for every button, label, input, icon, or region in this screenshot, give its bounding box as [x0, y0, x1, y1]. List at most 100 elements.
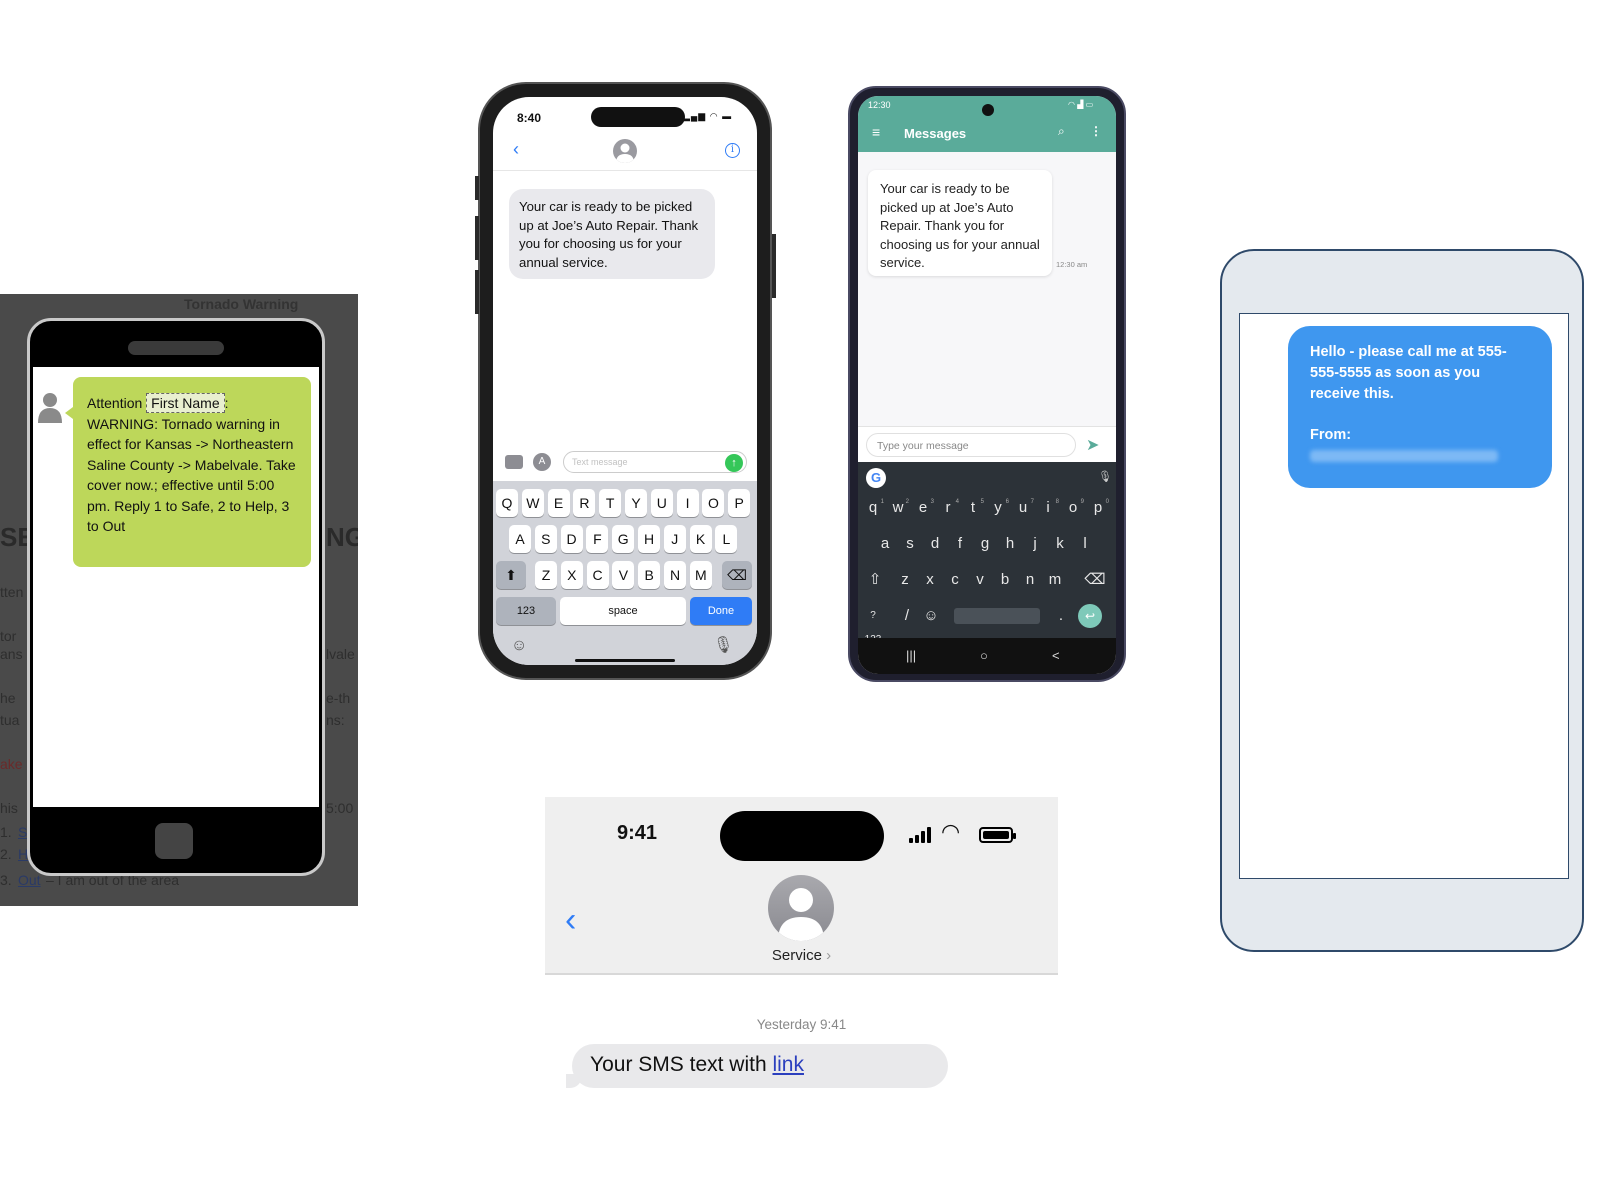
key-a[interactable]: a	[874, 532, 896, 556]
background-list-number: 1.	[0, 824, 12, 840]
emoji-icon[interactable]: ☺	[511, 637, 527, 655]
key-j[interactable]: j	[1024, 532, 1046, 556]
shift-key[interactable]: ⇧	[864, 568, 886, 592]
delete-key[interactable]: ⌫	[722, 561, 752, 589]
symbols-key[interactable]: ?123	[862, 604, 884, 645]
key-t[interactable]: t5	[962, 496, 984, 520]
key-b[interactable]: b	[994, 568, 1016, 592]
background-list-link[interactable]: S	[18, 824, 27, 840]
key-k[interactable]: K	[689, 525, 712, 553]
wireframe-phone: Hello - please call me at 555-555-5555 a…	[1220, 249, 1584, 952]
key-g[interactable]: g	[974, 532, 996, 556]
key-z[interactable]: z	[894, 568, 916, 592]
key-y[interactable]: Y	[625, 489, 647, 517]
key-b[interactable]: B	[638, 561, 661, 589]
key-w[interactable]: W	[521, 489, 544, 517]
key-t[interactable]: T	[599, 489, 622, 517]
chevron-left-icon[interactable]: ‹	[565, 901, 576, 940]
message-input-bar: Type your message ➤	[858, 426, 1116, 462]
first-name-merge-tag[interactable]: First Name	[146, 393, 225, 413]
numbers-key[interactable]: 123	[496, 597, 556, 625]
key-l[interactable]: L	[715, 525, 738, 553]
key-e[interactable]: e3	[912, 496, 934, 520]
contact-name[interactable]: Service ›	[545, 947, 1058, 964]
google-icon[interactable]: G	[866, 468, 886, 488]
key-n[interactable]: n	[1019, 568, 1041, 592]
key-e[interactable]: E	[547, 489, 570, 517]
key-k[interactable]: k	[1049, 532, 1071, 556]
delete-key[interactable]: ⌫	[1084, 568, 1106, 592]
key-c[interactable]: c	[944, 568, 966, 592]
message-link[interactable]: link	[772, 1053, 804, 1076]
slash-key[interactable]: /	[896, 604, 918, 628]
key-j[interactable]: J	[663, 525, 686, 553]
key-m[interactable]: M	[689, 561, 712, 589]
back-icon[interactable]: <	[1052, 648, 1060, 663]
key-q[interactable]: q1	[862, 496, 884, 520]
key-l[interactable]: l	[1074, 532, 1096, 556]
avatar[interactable]	[768, 875, 834, 941]
emoji-key[interactable]: ☺	[920, 604, 942, 628]
key-v[interactable]: v	[969, 568, 991, 592]
send-icon[interactable]: ➤	[1086, 435, 1099, 455]
microphone-icon[interactable]: 🎙	[713, 635, 733, 655]
key-z[interactable]: Z	[535, 561, 557, 589]
home-indicator[interactable]	[575, 659, 675, 662]
key-u[interactable]: u7	[1012, 496, 1034, 520]
key-d[interactable]: D	[560, 525, 583, 553]
send-arrow-icon[interactable]: ↑	[725, 454, 743, 472]
key-r[interactable]: r4	[937, 496, 960, 520]
message-input[interactable]: Type your message	[866, 433, 1076, 457]
from-label: From:	[1310, 427, 1352, 443]
enter-key[interactable]: ↩	[1078, 604, 1102, 628]
key-h[interactable]: h	[999, 532, 1021, 556]
key-p[interactable]: P	[728, 489, 751, 517]
key-i[interactable]: I	[676, 489, 699, 517]
space-key[interactable]	[954, 608, 1040, 624]
key-v[interactable]: V	[612, 561, 635, 589]
key-n[interactable]: N	[664, 561, 686, 589]
shift-key[interactable]: ⬆	[496, 561, 526, 589]
chevron-left-icon[interactable]: ‹	[513, 139, 519, 160]
recents-icon[interactable]: |||	[906, 648, 916, 663]
home-icon[interactable]: ○	[980, 648, 988, 663]
key-p[interactable]: p0	[1087, 496, 1109, 520]
key-d[interactable]: d	[924, 532, 946, 556]
more-options-icon[interactable]: ⋮	[1090, 124, 1102, 138]
key-y[interactable]: y6	[987, 496, 1009, 520]
search-icon[interactable]: ⌕	[1058, 124, 1065, 139]
app-bar: 12:30 ◠ ▟ ▭ ≡ Messages ⌕ ⋮	[858, 96, 1116, 152]
space-key[interactable]: space	[560, 597, 686, 625]
info-icon[interactable]: i	[725, 143, 740, 158]
key-q[interactable]: Q	[496, 489, 518, 517]
message-lead: Attention	[87, 395, 143, 411]
background-list-link[interactable]: Out	[18, 872, 41, 888]
key-x[interactable]: X	[560, 561, 583, 589]
key-f[interactable]: f	[949, 532, 971, 556]
camera-icon[interactable]	[505, 455, 523, 469]
key-w[interactable]: w2	[887, 496, 909, 520]
done-key[interactable]: Done	[690, 597, 752, 625]
microphone-icon[interactable]: 🎙	[1098, 470, 1112, 483]
key-s[interactable]: S	[534, 525, 557, 553]
avatar[interactable]	[613, 139, 637, 163]
home-button[interactable]	[155, 823, 193, 859]
key-s[interactable]: s	[899, 532, 921, 556]
period-key[interactable]: .	[1050, 604, 1072, 628]
key-o[interactable]: O	[702, 489, 725, 517]
message-input[interactable]: Text message	[563, 451, 747, 473]
key-o[interactable]: o9	[1062, 496, 1084, 520]
key-h[interactable]: H	[638, 525, 660, 553]
key-u[interactable]: U	[650, 489, 673, 517]
key-a[interactable]: A	[509, 525, 531, 553]
key-m[interactable]: m	[1044, 568, 1066, 592]
status-icons: ◠ ▟ ▭	[1068, 100, 1094, 109]
key-g[interactable]: G	[612, 525, 635, 553]
menu-icon[interactable]: ≡	[872, 124, 880, 140]
key-x[interactable]: x	[919, 568, 941, 592]
key-r[interactable]: R	[573, 489, 596, 517]
key-i[interactable]: i8	[1037, 496, 1059, 520]
app-store-icon[interactable]: A	[533, 453, 551, 471]
key-f[interactable]: F	[586, 525, 609, 553]
key-c[interactable]: C	[586, 561, 609, 589]
